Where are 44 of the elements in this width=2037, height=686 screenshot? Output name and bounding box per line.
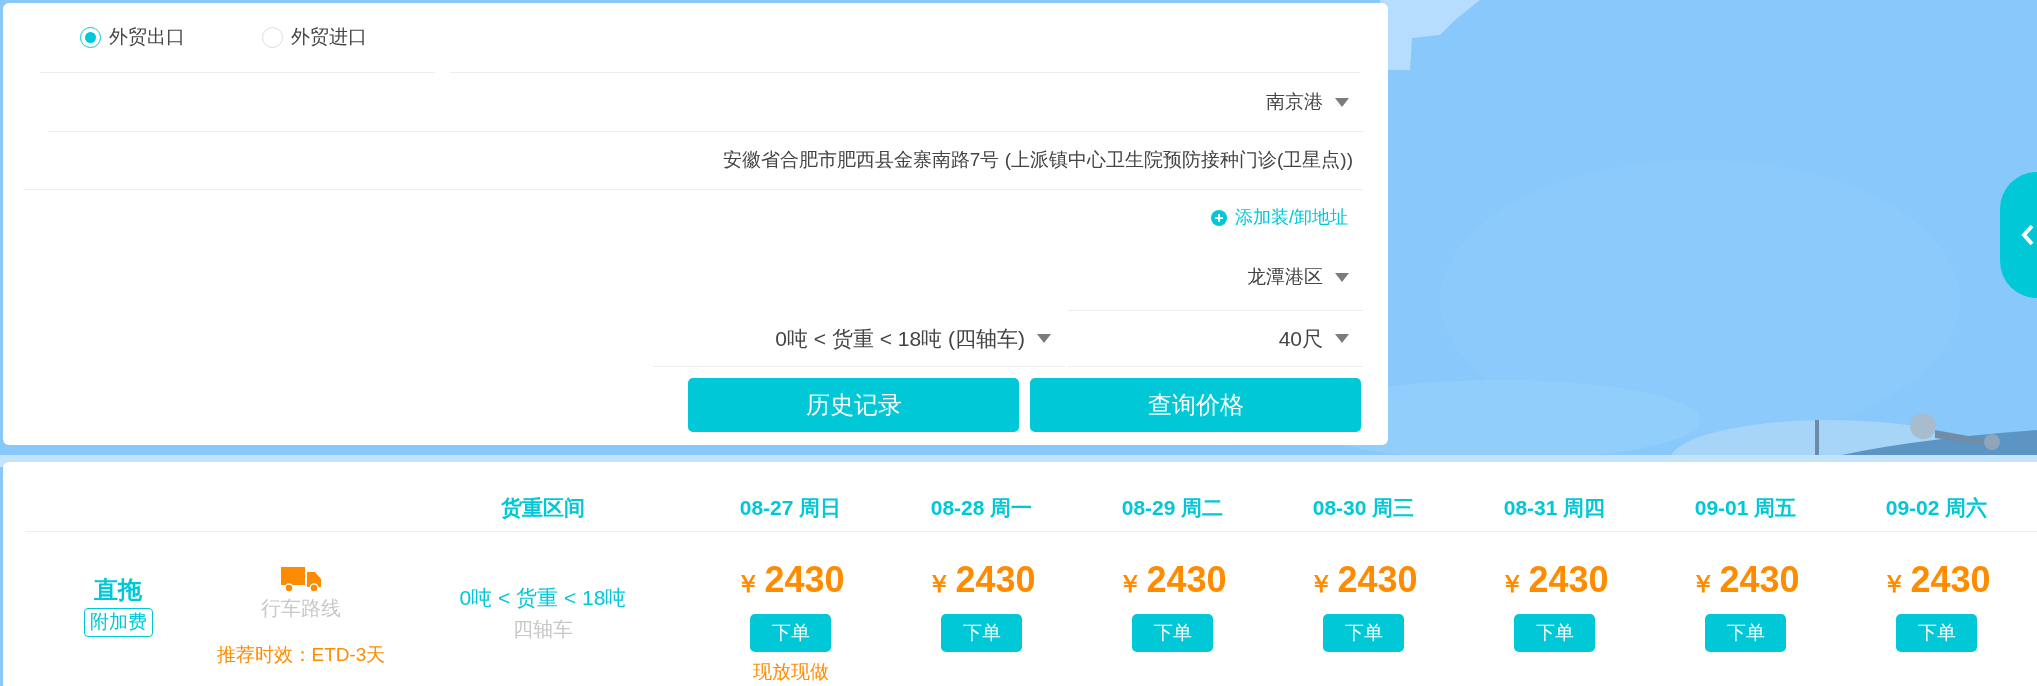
order-button[interactable]: 下单 [1132,614,1213,652]
column-header: 08-27 周日 [739,495,842,519]
history-button[interactable]: 历史记录 [688,378,1019,432]
caret-icon [1335,97,1349,107]
plus-circle-icon [1211,209,1227,226]
order-button[interactable]: 下单 [1896,614,1977,652]
surcharge-button[interactable]: 附加费 [83,608,153,637]
weight-range: 0吨 < 货重 < 18吨 [459,585,627,611]
order-button[interactable]: 下单 [1705,614,1786,652]
add-address-link[interactable]: 添加装/卸地址 [1211,204,1348,231]
column-header: 08-30 周三 [1312,495,1415,519]
caret-icon [1335,273,1349,282]
chevron-left-icon [2021,224,2035,246]
address-field[interactable]: 安徽省合肥市肥西县金寨南路7号 (上派镇中心卫生院预防接种门诊(卫星点)) [722,146,1353,175]
caret-icon [1037,334,1051,343]
order-button[interactable]: 下单 [941,614,1022,652]
order-button[interactable]: 下单 [1514,614,1595,652]
column-header: 08-28 周一 [930,495,1033,519]
port-select[interactable]: 南京港 [1266,87,1349,117]
service-type: 直拖 [94,575,142,605]
column-header: 09-02 周六 [1885,495,1988,519]
radio-label[interactable]: 外贸进口 [291,23,367,52]
query-price-button[interactable]: 查询价格 [1030,378,1361,432]
container-size-select[interactable]: 40尺 [1278,322,1349,355]
terminal-select[interactable]: 龙潭港区 [1247,263,1349,292]
caret-icon [1335,334,1349,343]
order-button[interactable]: 下单 [1323,614,1404,652]
note-text: 现放现做 [752,660,829,684]
price-text: ￥2430 [736,562,845,602]
weight-select[interactable]: 0吨 < 货重 < 18吨 (四轴车) [775,322,1051,355]
order-button[interactable]: 下单 [750,614,831,652]
column-header: 08-29 周二 [1121,495,1224,519]
column-header: 09-01 周五 [1694,495,1797,519]
column-header: 08-31 周四 [1503,495,1606,519]
price-text: ￥2430 [1309,562,1418,602]
timing-text: 推荐时效：ETD-3天 [216,643,386,667]
price-text: ￥2430 [1118,562,1227,602]
price-text: ￥2430 [1500,562,1609,602]
truck-icon [281,565,321,593]
column-header: 货重区间 [501,495,585,519]
radio-label[interactable]: 外贸出口 [109,23,185,52]
price-text: ￥2430 [1882,562,1991,602]
price-text: ￥2430 [1691,562,1800,602]
price-text: ￥2430 [927,562,1036,602]
